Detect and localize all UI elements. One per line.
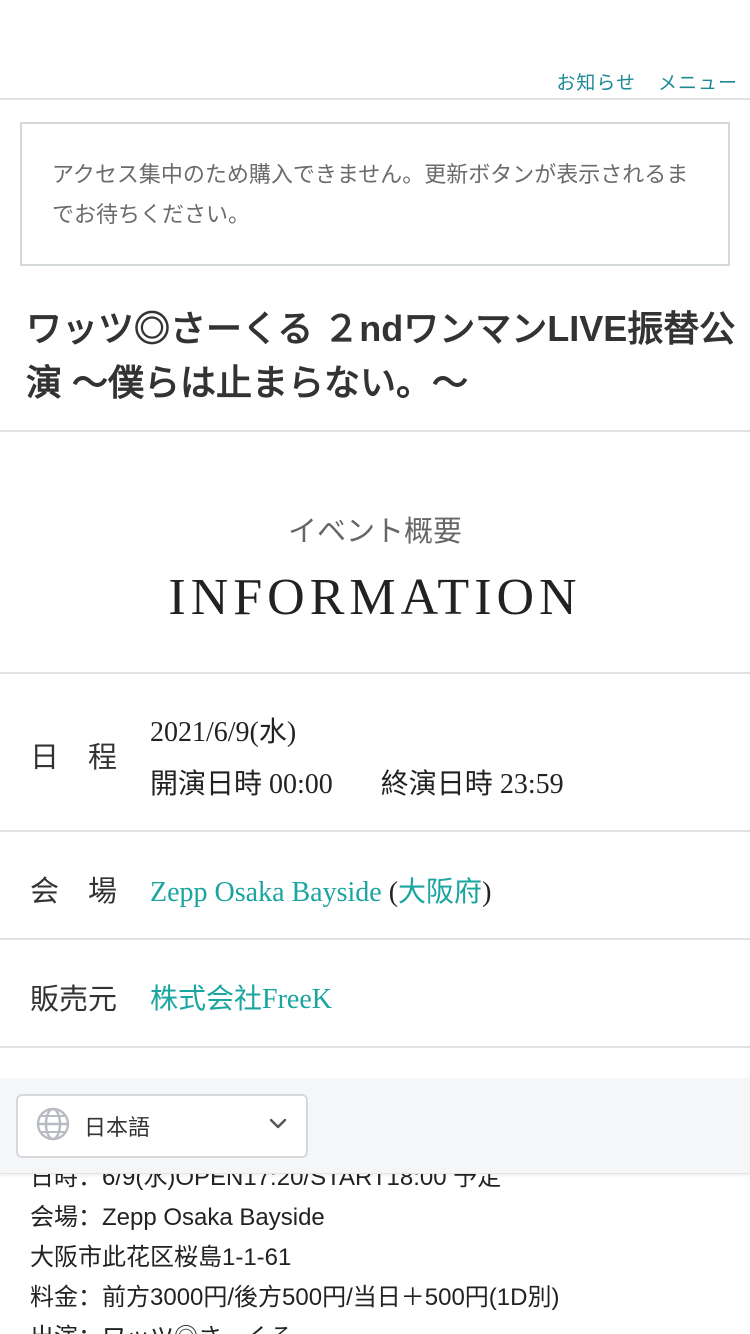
venue-paren-open: ( <box>381 877 399 908</box>
info-subtitle: イベント概要 <box>287 514 462 548</box>
schedule-times: 開演日時 00:00 終演日時 23:59 <box>150 762 564 802</box>
end-time: 23:59 <box>499 769 564 800</box>
seller-link[interactable]: 株式会社FreeK <box>150 984 332 1015</box>
access-notice: アクセス集中のため購入できません。更新ボタンが表示されるまでお待ちください。 <box>20 122 730 266</box>
divider <box>0 1046 750 1048</box>
start-label: 開演日時 <box>150 769 263 800</box>
schedule-label: 日 程 <box>30 740 118 774</box>
venue-paren-close: ) <box>482 877 492 908</box>
divider <box>0 430 750 432</box>
globe-icon <box>36 1107 70 1145</box>
venue-link[interactable]: Zepp Osaka Bayside <box>150 877 382 908</box>
chevron-down-icon <box>268 1114 288 1138</box>
menu-link[interactable]: メニュー <box>658 68 738 95</box>
event-details: 日時：6/9(水)OPEN17:20/START18:00 予定 会場：Zepp… <box>30 1158 559 1334</box>
notice-text: アクセス集中のため購入できません。更新ボタンが表示されるまでお待ちください。 <box>52 163 689 228</box>
top-nav: お知らせ メニュー <box>556 68 738 95</box>
seller-label: 販売元 <box>30 982 118 1016</box>
venue-label: 会 場 <box>30 874 118 908</box>
start-time: 00:00 <box>269 769 333 800</box>
language-label: 日本語 <box>84 1116 151 1141</box>
divider <box>0 672 750 674</box>
prefecture-link[interactable]: 大阪府 <box>398 877 482 908</box>
detail-line: 料金：前方3000円/後方500円/当日＋500円(1D別) <box>30 1284 560 1311</box>
language-bar: 日本語 <box>0 1078 750 1174</box>
divider <box>0 938 750 940</box>
venue-value: Zepp Osaka Bayside (大阪府) <box>150 870 491 910</box>
schedule-date: 2021/6/9(水) <box>150 717 297 748</box>
detail-line: 会場：Zepp Osaka Bayside <box>30 1204 325 1231</box>
detail-line: 出演：ワッツ◎さーくる <box>30 1318 559 1334</box>
end-label: 終演日時 <box>380 769 493 800</box>
info-heading: INFORMATION <box>168 569 582 626</box>
news-link[interactable]: お知らせ <box>556 68 636 95</box>
seller-value: 株式会社FreeK <box>150 977 332 1017</box>
language-select[interactable]: 日本語 <box>16 1094 308 1158</box>
divider <box>0 830 750 832</box>
header: お知らせ メニュー <box>0 0 750 100</box>
event-title: ワッツ◎さーくる ２ndワンマンLIVE振替公演 ～僕らは止まらない。～ <box>26 308 736 403</box>
detail-line: 大阪市此花区桜島1-1-61 <box>30 1244 292 1271</box>
